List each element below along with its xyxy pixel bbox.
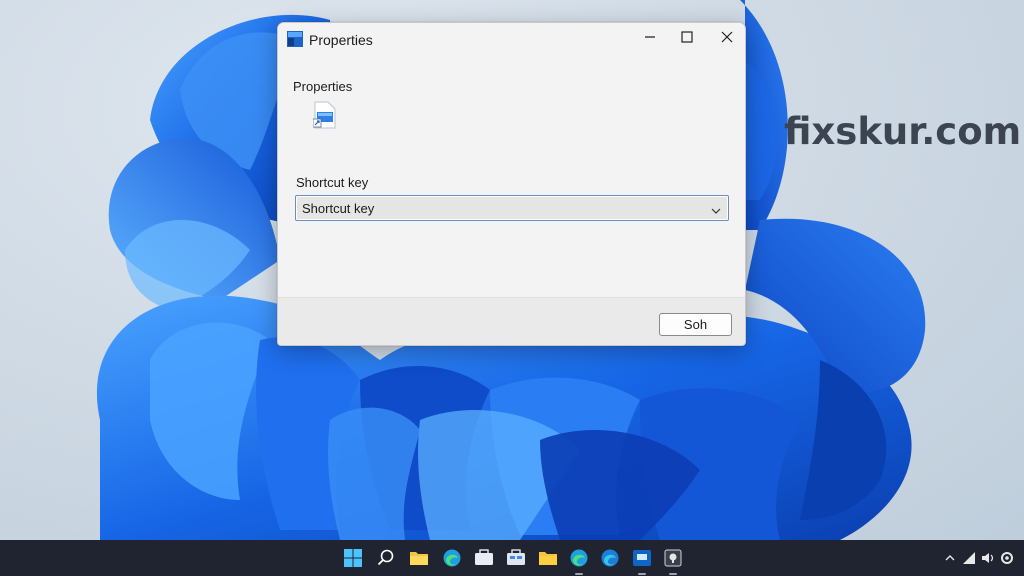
- store-icon[interactable]: [504, 546, 528, 570]
- watermark-text: fixskur.com: [784, 110, 1022, 153]
- title-bar[interactable]: Properties: [278, 23, 745, 57]
- dialog-content: Properties Shortcut key Shortcut key: [278, 57, 745, 297]
- shortcut-key-label: Shortcut key: [296, 175, 369, 190]
- properties-window: Properties Properties Shortcut key Short…: [277, 22, 746, 346]
- settings-icon[interactable]: [1000, 550, 1014, 566]
- app-icon[interactable]: [661, 546, 685, 575]
- file-explorer-icon[interactable]: [407, 546, 431, 570]
- edge-icon[interactable]: [598, 546, 622, 570]
- folder-icon[interactable]: [536, 546, 560, 570]
- edge-icon[interactable]: [567, 546, 591, 575]
- maximize-icon: [681, 30, 693, 48]
- close-button[interactable]: [707, 23, 745, 55]
- maximize-button[interactable]: [667, 23, 707, 55]
- chevron-down-icon: [711, 203, 721, 214]
- speaker-icon[interactable]: [981, 550, 995, 566]
- minimize-icon: [644, 30, 656, 48]
- shortcut-key-dropdown[interactable]: Shortcut key: [295, 195, 729, 221]
- dropdown-selected-value: Shortcut key: [302, 201, 375, 216]
- folder-icon[interactable]: [472, 546, 496, 570]
- close-icon: [721, 30, 733, 48]
- edge-icon[interactable]: [440, 546, 464, 570]
- dialog-footer: Soh: [278, 297, 745, 345]
- taskbar: [0, 540, 1024, 576]
- minimize-button[interactable]: [630, 23, 670, 55]
- windows-start-icon[interactable]: [341, 546, 365, 570]
- window-title: Properties: [309, 32, 373, 48]
- network-icon[interactable]: [962, 550, 976, 566]
- section-label: Properties: [293, 79, 353, 94]
- shortcut-file-icon: [312, 101, 337, 129]
- ok-button[interactable]: Soh: [659, 313, 732, 336]
- search-icon[interactable]: [374, 546, 398, 570]
- chevron-up-icon[interactable]: [944, 550, 956, 566]
- app-icon[interactable]: [630, 546, 654, 575]
- properties-app-icon: [287, 31, 303, 47]
